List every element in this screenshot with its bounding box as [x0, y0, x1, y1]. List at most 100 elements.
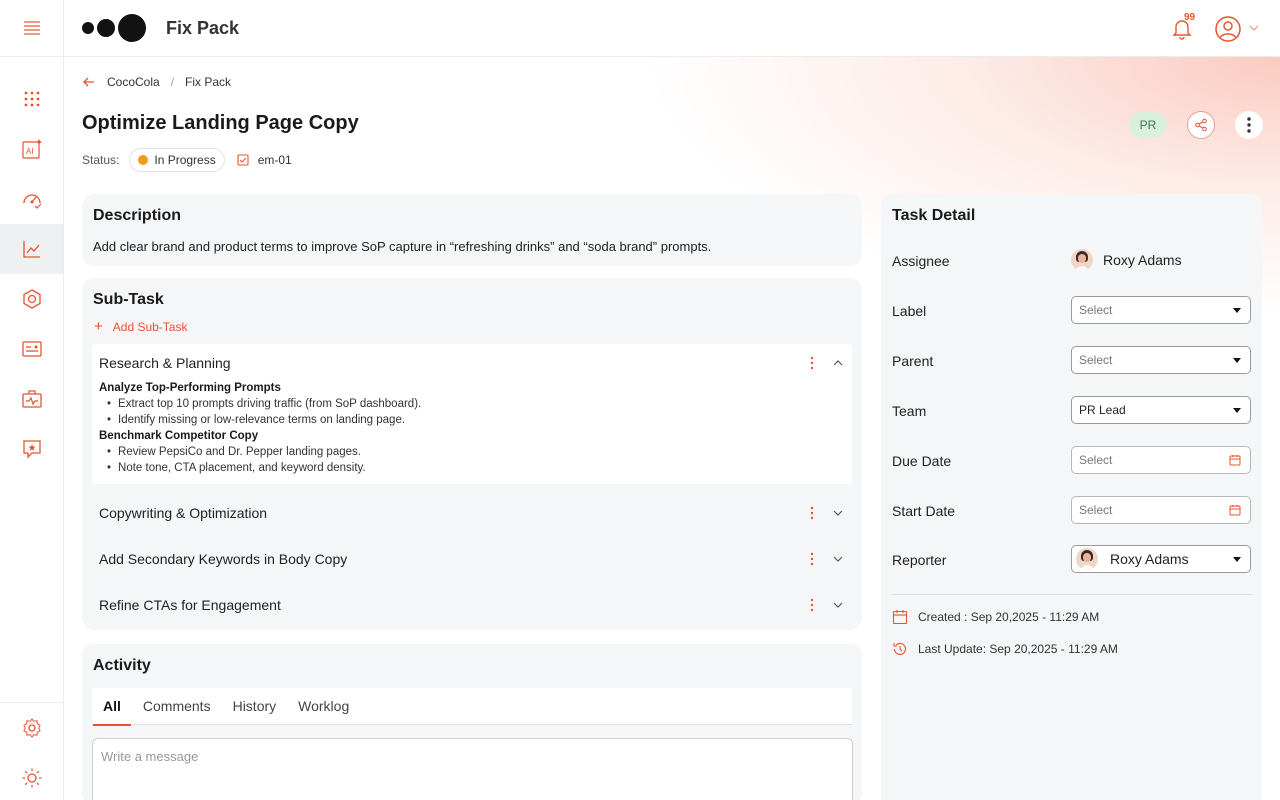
- subtask-title: Refine CTAs for Engagement: [99, 597, 281, 613]
- caret-down-icon: [1233, 557, 1241, 562]
- start-date-label: Start Date: [892, 503, 956, 519]
- team-label: Team: [892, 403, 927, 419]
- subtask-group-heading: Benchmark Competitor Copy: [99, 430, 259, 442]
- sidebar-item-projects[interactable]: [0, 374, 63, 424]
- chevron-down-icon[interactable]: [832, 599, 844, 611]
- status-badge[interactable]: In Progress: [129, 148, 225, 172]
- brand-logo[interactable]: [82, 14, 146, 42]
- sidebar-divider: [0, 56, 64, 57]
- task-detail-title: Task Detail: [892, 207, 976, 224]
- more-vertical-icon: [1247, 117, 1251, 133]
- breadcrumb-parent[interactable]: CocoCola: [107, 75, 160, 89]
- more-vertical-icon[interactable]: [810, 356, 814, 370]
- status-dot-icon: [138, 155, 149, 165]
- assignee-value[interactable]: Roxy Adams: [1071, 249, 1182, 271]
- task-id-text: em-01: [257, 153, 292, 167]
- svg-text:AI: AI: [26, 147, 34, 156]
- sidebar-item-dashboard[interactable]: [0, 324, 63, 374]
- sidebar-item-settings[interactable]: [0, 703, 63, 753]
- app-title: Fix Pack: [166, 18, 240, 38]
- subtask-title: Research & Planning: [99, 355, 231, 371]
- more-vertical-icon[interactable]: [810, 506, 814, 520]
- sun-icon: [22, 768, 41, 788]
- breadcrumb-current: Fix Pack: [185, 75, 232, 89]
- plus-icon: +: [94, 318, 103, 335]
- breadcrumb-separator: /: [170, 75, 175, 89]
- calendar-icon: [892, 610, 908, 625]
- reporter-select[interactable]: Roxy Adams: [1071, 545, 1251, 573]
- team-select-value: PR Lead: [1079, 403, 1126, 417]
- label-select[interactable]: Select: [1071, 296, 1251, 324]
- assignee-label: Assignee: [892, 253, 950, 269]
- chevron-down-icon[interactable]: [1248, 22, 1260, 34]
- team-select[interactable]: PR Lead: [1071, 396, 1251, 424]
- task-detail-card: Task Detail Assignee Roxy Adams Label Se…: [881, 194, 1262, 800]
- ai-icon: AI: [21, 139, 42, 159]
- user-profile-icon[interactable]: [1214, 15, 1242, 43]
- status-label: Status:: [82, 153, 120, 167]
- activity-tabs: All Comments History Worklog: [92, 688, 852, 726]
- tab-comments[interactable]: Comments: [143, 688, 211, 725]
- owner-badge[interactable]: PR: [1129, 112, 1167, 138]
- hex-settings-icon: [22, 289, 41, 309]
- reporter-label: Reporter: [892, 552, 947, 568]
- chevron-down-icon[interactable]: [832, 507, 844, 519]
- avatar: [1071, 249, 1093, 271]
- subtask-item[interactable]: Add Secondary Keywords in Body Copy: [92, 542, 852, 582]
- caret-down-icon: [1233, 408, 1241, 413]
- assignee-name: Roxy Adams: [1103, 252, 1182, 268]
- subtask-title: Sub-Task: [93, 291, 164, 308]
- reporter-name: Roxy Adams: [1110, 551, 1189, 567]
- briefcase-activity-icon: [21, 390, 42, 408]
- parent-select[interactable]: Select: [1071, 346, 1251, 374]
- task-id: em-01: [237, 153, 292, 167]
- subtask-item[interactable]: Copywriting & Optimization: [92, 496, 852, 536]
- created-info: Created : Sep 20,2025 - 11:29 AM: [892, 609, 1099, 625]
- message-input[interactable]: Write a message: [92, 738, 853, 800]
- description-text: Add clear brand and product terms to imp…: [93, 239, 712, 254]
- share-icon: [1195, 118, 1207, 132]
- more-vertical-icon[interactable]: [810, 552, 814, 566]
- more-vertical-icon[interactable]: [810, 598, 814, 612]
- tab-history[interactable]: History: [233, 688, 277, 725]
- chevron-up-icon[interactable]: [832, 357, 844, 369]
- subtask-group-heading: Analyze Top-Performing Prompts: [99, 382, 281, 394]
- sidebar-item-feedback[interactable]: [0, 424, 63, 474]
- due-date-value: Select: [1079, 453, 1113, 467]
- last-update-info: Last Update: Sep 20,2025 - 11:29 AM: [892, 641, 1118, 657]
- caret-down-icon: [1233, 308, 1241, 313]
- subtask-item[interactable]: Refine CTAs for Engagement: [92, 588, 852, 628]
- add-subtask-button[interactable]: + Add Sub-Task: [94, 318, 187, 335]
- subtask-bullet: Extract top 10 prompts driving traffic (…: [99, 396, 421, 412]
- tab-all[interactable]: All: [93, 688, 131, 726]
- chevron-down-icon[interactable]: [832, 553, 844, 565]
- due-date-label: Due Date: [892, 453, 952, 469]
- hamburger-menu-icon[interactable]: [22, 18, 42, 38]
- notification-count-badge: 99: [1184, 12, 1196, 23]
- subtask-item[interactable]: Research & Planning Analyze Top-Performi…: [92, 344, 852, 484]
- sidebar-item-theme[interactable]: [0, 753, 63, 800]
- avatar: [1076, 548, 1098, 570]
- analytics-icon: [22, 241, 40, 258]
- subtask-bullet: Note tone, CTA placement, and keyword de…: [99, 460, 421, 476]
- breadcrumb: CocoCola / Fix Pack: [82, 75, 231, 89]
- start-date-picker[interactable]: Select: [1071, 496, 1251, 524]
- sidebar-item-apps[interactable]: [0, 74, 63, 124]
- share-button[interactable]: [1187, 111, 1215, 139]
- more-options-button[interactable]: [1235, 111, 1263, 139]
- sidebar-item-analytics[interactable]: [0, 224, 63, 274]
- status-row: Status: In Progress em-01: [82, 148, 292, 172]
- tab-worklog[interactable]: Worklog: [298, 688, 349, 725]
- back-arrow-icon[interactable]: [82, 75, 96, 89]
- dashboard-card-icon: [21, 341, 42, 357]
- page-title: Optimize Landing Page Copy: [82, 112, 359, 134]
- calendar-icon: [1229, 455, 1241, 466]
- sidebar-item-performance[interactable]: [0, 174, 63, 224]
- calendar-icon: [1229, 505, 1241, 516]
- activity-title: Activity: [93, 657, 151, 674]
- sidebar-item-ai[interactable]: AI: [0, 124, 63, 174]
- due-date-picker[interactable]: Select: [1071, 446, 1251, 474]
- activity-card: Activity All Comments History Worklog Wr…: [82, 644, 862, 800]
- history-icon: [893, 642, 907, 655]
- sidebar-item-configuration[interactable]: [0, 274, 63, 324]
